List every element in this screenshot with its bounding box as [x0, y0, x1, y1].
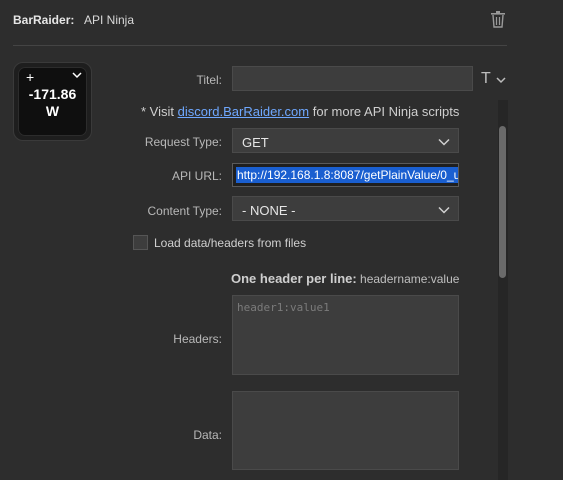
header-bar: BarRaider: API Ninja [0, 0, 563, 40]
request-type-label: Request Type: [144, 135, 222, 149]
load-files-checkbox[interactable] [133, 235, 148, 250]
content-type-label: Content Type: [147, 204, 223, 218]
headers-textarea[interactable]: header1:value1 [232, 295, 459, 375]
key-unit: W [45, 103, 60, 119]
title-label: Titel: [196, 73, 222, 87]
chevron-down-icon [438, 138, 450, 146]
key-preview: + -171.86 W [13, 62, 92, 141]
title-input[interactable] [232, 66, 473, 91]
header-hint: One header per line: headername:value [231, 271, 459, 286]
headers-placeholder: header1:value1 [237, 301, 330, 314]
content-type-select[interactable]: - NONE - [232, 196, 459, 221]
action-name: API Ninja [84, 13, 135, 27]
headers-label: Headers: [173, 332, 222, 346]
plugin-name: BarRaider: [13, 13, 75, 27]
visit-suffix: for more API Ninja scripts [309, 104, 460, 119]
api-url-label: API URL: [171, 169, 222, 183]
load-files-label: Load data/headers from files [154, 236, 307, 250]
discord-link[interactable]: discord.BarRaider.com [178, 104, 310, 119]
key-display: + -171.86 W [18, 67, 87, 136]
header-hint-format: headername:value [356, 272, 460, 286]
content-type-value: - NONE - [242, 203, 296, 218]
header-hint-bold: One header per line: [231, 271, 357, 286]
scrollbar-thumb[interactable] [499, 126, 506, 278]
title-font-button[interactable]: T [481, 70, 491, 88]
scrollbar[interactable] [498, 100, 508, 480]
api-url-value: http://192.168.1.8:8087/getPlainValue/0_… [236, 167, 458, 183]
api-url-input[interactable]: http://192.168.1.8:8087/getPlainValue/0_… [232, 163, 459, 187]
key-value: -171.86 [28, 86, 77, 102]
plus-icon: + [26, 69, 35, 85]
chevron-down-icon[interactable] [496, 76, 506, 84]
trash-icon[interactable] [490, 10, 506, 28]
chevron-down-icon [72, 72, 82, 79]
chevron-down-icon [438, 206, 450, 214]
header-divider [13, 45, 507, 46]
data-textarea[interactable] [232, 391, 459, 470]
visit-prefix: * Visit [141, 104, 178, 119]
request-type-select[interactable]: GET [232, 128, 459, 153]
request-type-value: GET [242, 135, 269, 150]
visit-note: * Visit discord.BarRaider.com for more A… [141, 104, 459, 119]
data-label: Data: [193, 428, 222, 442]
